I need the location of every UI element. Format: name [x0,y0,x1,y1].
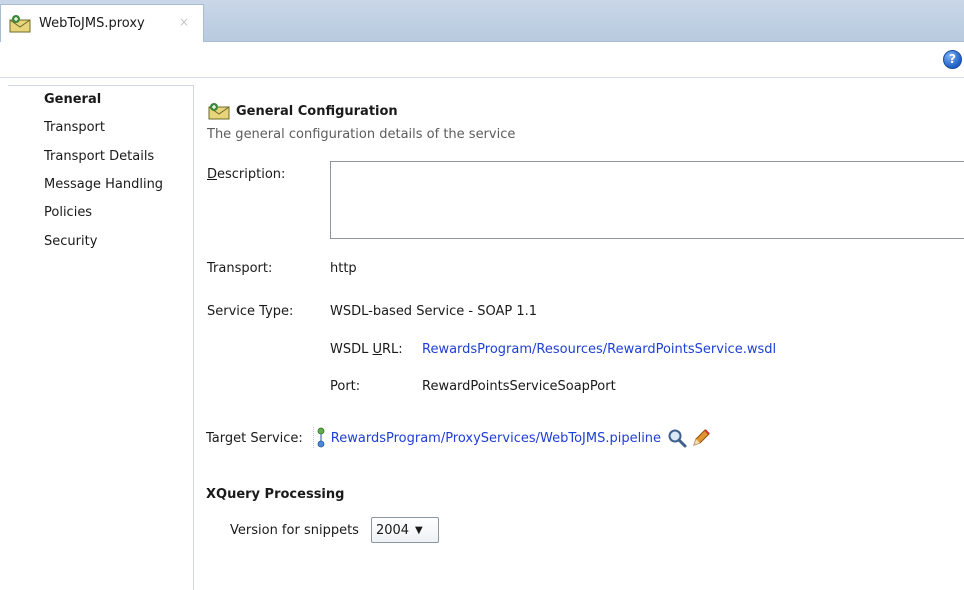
wsdl-url-link[interactable]: RewardsProgram/Resources/RewardPointsSer… [422,342,776,357]
target-service-label: Target Service: [206,430,303,446]
target-service-row: Target Service: RewardsProgram/ProxyServ… [206,427,711,449]
section-title: General Configuration [206,102,398,120]
sidebar-item-transport-details[interactable]: Transport Details [8,143,193,171]
description-label-text: escription: [217,167,286,182]
version-value: 2004 [375,522,410,538]
version-select[interactable]: 2004 ▼ [370,517,439,543]
sidebar-item-security[interactable]: Security [8,228,193,256]
service-type-value: WSDL-based Service - SOAP 1.1 [330,304,537,319]
proxy-service-icon [9,14,31,32]
config-sidebar: General Transport Transport Details Mess… [8,85,194,590]
port-label: Port: [330,379,361,394]
version-label: Version for snippets [230,522,359,538]
section-subtitle: The general configuration details of the… [207,127,516,142]
sidebar-item-transport[interactable]: Transport [8,114,193,142]
port-value: RewardPointsServiceSoapPort [422,379,616,394]
editor-toolbar: ? [0,42,964,78]
search-icon[interactable] [667,428,687,448]
transport-value: http [330,261,357,276]
section-title-text: General Configuration [236,103,398,119]
edit-icon[interactable] [691,428,711,448]
close-icon[interactable]: × [179,15,189,29]
xquery-processing-title: XQuery Processing [206,487,345,502]
wsdl-url-label-prefix: WSDL [330,342,373,357]
description-label: Description: [207,167,285,182]
editor-tab-bar: WebToJMS.proxy × [0,0,964,42]
description-textarea[interactable] [330,161,964,239]
chevron-down-icon: ▼ [415,524,423,536]
node-icon [312,427,325,449]
wsdl-url-label-text: RL: [382,342,403,357]
sidebar-item-message-handling[interactable]: Message Handling [8,171,193,199]
service-type-label: Service Type: [207,304,294,319]
tab-webtojms-proxy[interactable]: WebToJMS.proxy × [0,4,204,42]
tab-label: WebToJMS.proxy [39,16,145,31]
description-label-mnemonic: D [207,167,218,182]
wsdl-url-label-mnemonic: U [372,342,383,357]
wsdl-url-label: WSDL URL: [330,342,403,357]
target-service-link[interactable]: RewardsProgram/ProxyServices/WebToJMS.pi… [331,431,661,446]
xquery-version-row: Version for snippets 2004 ▼ [230,517,439,543]
transport-label: Transport: [207,261,273,276]
help-icon[interactable]: ? [943,50,962,69]
proxy-service-icon [208,103,230,120]
sidebar-item-general[interactable]: General [8,86,193,114]
sidebar-item-policies[interactable]: Policies [8,199,193,227]
